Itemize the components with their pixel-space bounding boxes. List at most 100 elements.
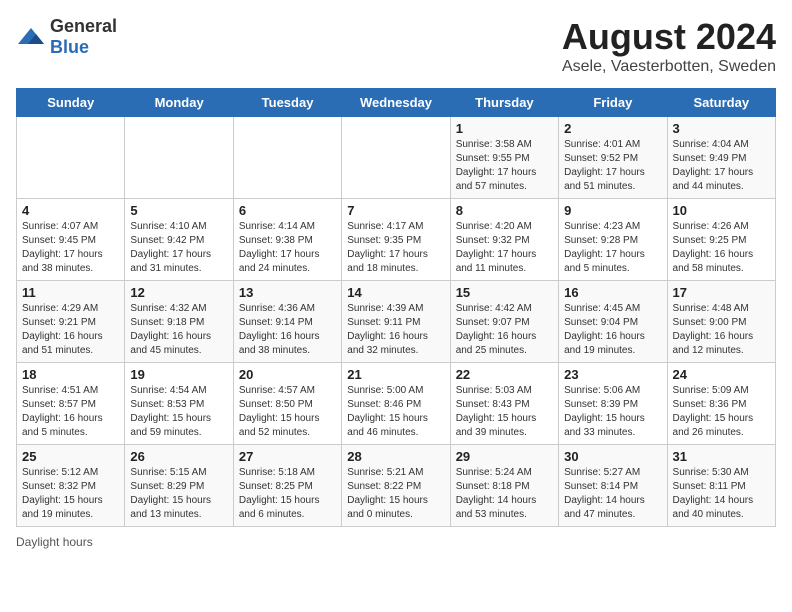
day-cell: 6 Sunrise: 4:14 AM Sunset: 9:38 PM Daylig… — [233, 199, 341, 281]
day-cell: 28 Sunrise: 5:21 AM Sunset: 8:22 PM Dayli… — [342, 445, 450, 527]
day-number: 18 — [22, 367, 119, 382]
day-info: Sunrise: 4:14 AM Sunset: 9:38 PM Dayligh… — [239, 220, 336, 276]
day-number: 20 — [239, 367, 336, 382]
day-info: Sunrise: 5:06 AM Sunset: 8:39 PM Dayligh… — [564, 384, 661, 440]
location-title: Asele, Vaesterbotten, Sweden — [562, 58, 776, 76]
day-cell: 31 Sunrise: 5:30 AM Sunset: 8:11 PM Dayli… — [667, 445, 775, 527]
day-info: Sunrise: 5:24 AM Sunset: 8:18 PM Dayligh… — [456, 466, 553, 522]
day-number: 2 — [564, 121, 661, 136]
day-cell: 26Sunrise: 5:15 AM Sunset: 8:29 PM Dayli… — [125, 445, 233, 527]
day-header-saturday: Saturday — [667, 89, 775, 117]
day-cell: 8 Sunrise: 4:20 AM Sunset: 9:32 PM Daylig… — [450, 199, 558, 281]
header: General Blue August 2024 Asele, Vaesterb… — [16, 16, 776, 76]
day-info: Sunrise: 4:42 AM Sunset: 9:07 PM Dayligh… — [456, 302, 553, 358]
month-title: August 2024 — [562, 16, 776, 58]
day-info: Sunrise: 5:18 AM Sunset: 8:25 PM Dayligh… — [239, 466, 336, 522]
day-info: Sunrise: 4:10 AM Sunset: 9:42 PM Dayligh… — [130, 220, 227, 276]
day-cell — [17, 117, 125, 199]
day-cell: 18Sunrise: 4:51 AM Sunset: 8:57 PM Dayli… — [17, 363, 125, 445]
day-cell: 7 Sunrise: 4:17 AM Sunset: 9:35 PM Daylig… — [342, 199, 450, 281]
day-info: Sunrise: 4:48 AM Sunset: 9:00 PM Dayligh… — [673, 302, 770, 358]
day-cell: 10 Sunrise: 4:26 AM Sunset: 9:25 PM Dayli… — [667, 199, 775, 281]
footer-note: Daylight hours — [16, 535, 776, 549]
day-cell: 30Sunrise: 5:27 AM Sunset: 8:14 PM Dayli… — [559, 445, 667, 527]
day-info: Sunrise: 4:17 AM Sunset: 9:35 PM Dayligh… — [347, 220, 444, 276]
day-info: Sunrise: 4:39 AM Sunset: 9:11 PM Dayligh… — [347, 302, 444, 358]
day-cell: 11 Sunrise: 4:29 AM Sunset: 9:21 PM Dayli… — [17, 281, 125, 363]
generalblue-logo-icon — [16, 26, 46, 48]
day-number: 27 — [239, 449, 336, 464]
day-info: Sunrise: 5:30 AM Sunset: 8:11 PM Dayligh… — [673, 466, 770, 522]
day-number: 26 — [130, 449, 227, 464]
logo-blue: Blue — [50, 37, 89, 57]
day-info: Sunrise: 4:32 AM Sunset: 9:18 PM Dayligh… — [130, 302, 227, 358]
day-info: Sunrise: 5:09 AM Sunset: 8:36 PM Dayligh… — [673, 384, 770, 440]
day-header-thursday: Thursday — [450, 89, 558, 117]
day-number: 23 — [564, 367, 661, 382]
day-number: 15 — [456, 285, 553, 300]
day-info: Sunrise: 4:36 AM Sunset: 9:14 PM Dayligh… — [239, 302, 336, 358]
day-number: 14 — [347, 285, 444, 300]
day-cell: 17 Sunrise: 4:48 AM Sunset: 9:00 PM Dayli… — [667, 281, 775, 363]
day-number: 11 — [22, 285, 119, 300]
week-row-1: 1 Sunrise: 3:58 AM Sunset: 9:55 PM Daylig… — [17, 117, 776, 199]
week-row-2: 4Sunrise: 4:07 AM Sunset: 9:45 PM Daylig… — [17, 199, 776, 281]
day-number: 8 — [456, 203, 553, 218]
day-info: Sunrise: 5:21 AM Sunset: 8:22 PM Dayligh… — [347, 466, 444, 522]
day-cell: 13 Sunrise: 4:36 AM Sunset: 9:14 PM Dayli… — [233, 281, 341, 363]
day-cell: 20 Sunrise: 4:57 AM Sunset: 8:50 PM Dayli… — [233, 363, 341, 445]
day-number: 6 — [239, 203, 336, 218]
day-info: Sunrise: 5:00 AM Sunset: 8:46 PM Dayligh… — [347, 384, 444, 440]
day-number: 28 — [347, 449, 444, 464]
day-cell: 25Sunrise: 5:12 AM Sunset: 8:32 PM Dayli… — [17, 445, 125, 527]
day-cell — [125, 117, 233, 199]
day-cell: 21Sunrise: 5:00 AM Sunset: 8:46 PM Dayli… — [342, 363, 450, 445]
day-header-tuesday: Tuesday — [233, 89, 341, 117]
day-cell: 27 Sunrise: 5:18 AM Sunset: 8:25 PM Dayli… — [233, 445, 341, 527]
day-number: 7 — [347, 203, 444, 218]
day-number: 10 — [673, 203, 770, 218]
day-header-sunday: Sunday — [17, 89, 125, 117]
day-cell: 2Sunrise: 4:01 AM Sunset: 9:52 PM Daylig… — [559, 117, 667, 199]
day-cell: 16 Sunrise: 4:45 AM Sunset: 9:04 PM Dayli… — [559, 281, 667, 363]
day-info: Sunrise: 4:57 AM Sunset: 8:50 PM Dayligh… — [239, 384, 336, 440]
day-info: Sunrise: 5:03 AM Sunset: 8:43 PM Dayligh… — [456, 384, 553, 440]
day-info: Sunrise: 4:29 AM Sunset: 9:21 PM Dayligh… — [22, 302, 119, 358]
day-info: Sunrise: 3:58 AM Sunset: 9:55 PM Dayligh… — [456, 138, 553, 194]
week-row-5: 25Sunrise: 5:12 AM Sunset: 8:32 PM Dayli… — [17, 445, 776, 527]
day-number: 12 — [130, 285, 227, 300]
day-cell: 23 Sunrise: 5:06 AM Sunset: 8:39 PM Dayli… — [559, 363, 667, 445]
day-cell: 14 Sunrise: 4:39 AM Sunset: 9:11 PM Dayli… — [342, 281, 450, 363]
day-number: 25 — [22, 449, 119, 464]
day-number: 30 — [564, 449, 661, 464]
logo: General Blue — [16, 16, 117, 58]
day-number: 17 — [673, 285, 770, 300]
day-info: Sunrise: 4:20 AM Sunset: 9:32 PM Dayligh… — [456, 220, 553, 276]
day-number: 16 — [564, 285, 661, 300]
day-cell: 15 Sunrise: 4:42 AM Sunset: 9:07 PM Dayli… — [450, 281, 558, 363]
day-number: 22 — [456, 367, 553, 382]
day-cell: 24 Sunrise: 5:09 AM Sunset: 8:36 PM Dayli… — [667, 363, 775, 445]
logo-text: General Blue — [50, 16, 117, 58]
day-number: 1 — [456, 121, 553, 136]
day-cell: 4Sunrise: 4:07 AM Sunset: 9:45 PM Daylig… — [17, 199, 125, 281]
day-number: 24 — [673, 367, 770, 382]
day-info: Sunrise: 4:23 AM Sunset: 9:28 PM Dayligh… — [564, 220, 661, 276]
day-info: Sunrise: 4:45 AM Sunset: 9:04 PM Dayligh… — [564, 302, 661, 358]
day-number: 13 — [239, 285, 336, 300]
day-number: 3 — [673, 121, 770, 136]
day-number: 19 — [130, 367, 227, 382]
day-number: 31 — [673, 449, 770, 464]
day-cell — [233, 117, 341, 199]
day-header-wednesday: Wednesday — [342, 89, 450, 117]
day-info: Sunrise: 4:26 AM Sunset: 9:25 PM Dayligh… — [673, 220, 770, 276]
day-number: 9 — [564, 203, 661, 218]
day-cell: 12 Sunrise: 4:32 AM Sunset: 9:18 PM Dayli… — [125, 281, 233, 363]
day-number: 29 — [456, 449, 553, 464]
title-area: August 2024 Asele, Vaesterbotten, Sweden — [562, 16, 776, 76]
day-header-monday: Monday — [125, 89, 233, 117]
day-header-friday: Friday — [559, 89, 667, 117]
day-header-row: SundayMondayTuesdayWednesdayThursdayFrid… — [17, 89, 776, 117]
day-number: 5 — [130, 203, 227, 218]
day-info: Sunrise: 4:04 AM Sunset: 9:49 PM Dayligh… — [673, 138, 770, 194]
